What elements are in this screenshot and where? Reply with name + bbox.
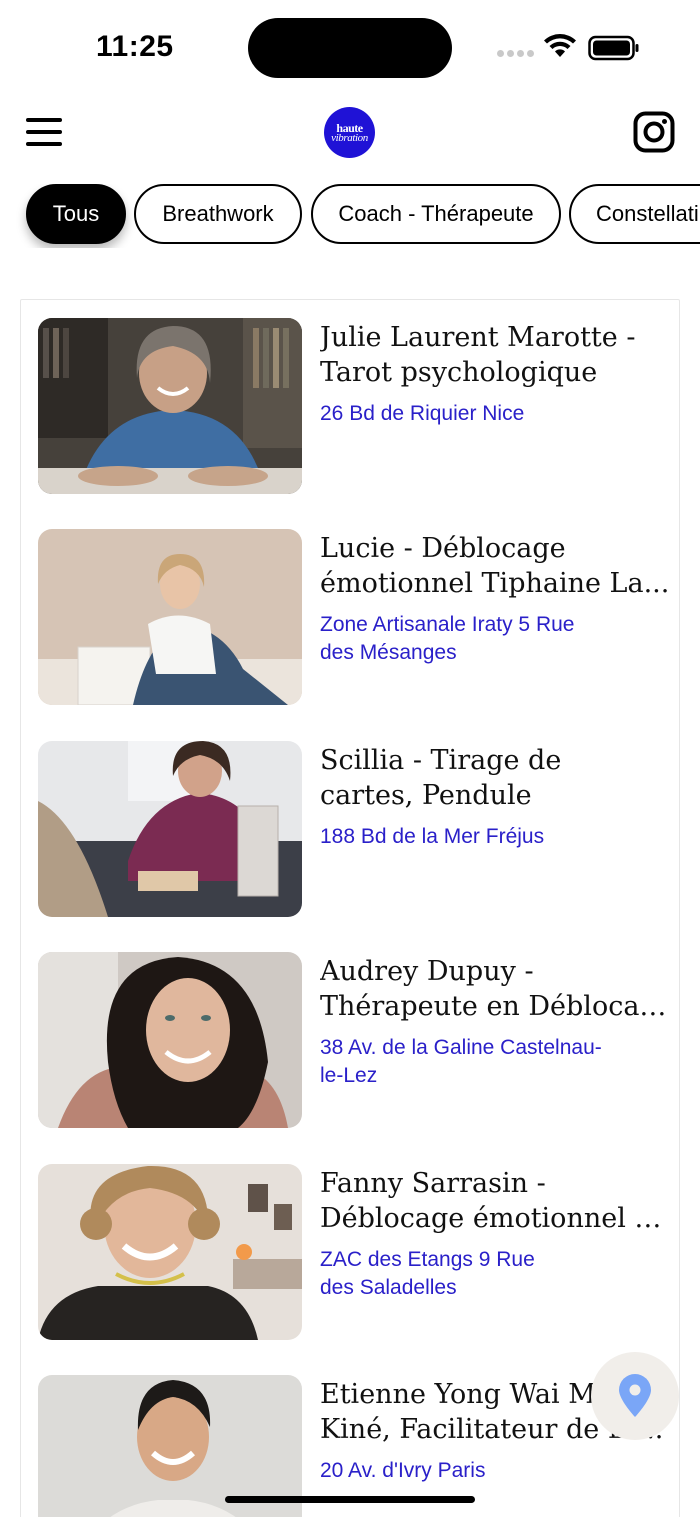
app-header: haute vibration [0, 100, 700, 168]
practitioner-list: Julie Laurent Marotte - Tarot psychologi… [20, 299, 680, 1517]
chip-coach-therapeute[interactable]: Coach - Thérapeute [311, 184, 561, 244]
status-bar: 11:25 [0, 0, 700, 95]
logo-line2: vibration [331, 131, 368, 144]
list-item[interactable]: Audrey Dupuy - Thérapeute en Déblocag...… [38, 952, 678, 1130]
practitioner-name: Scillia - Tirage de cartes, Pendule [320, 745, 562, 811]
practitioner-address[interactable]: ZAC des Etangs 9 Rue des Saladelles [320, 1246, 620, 1302]
chip-tous[interactable]: Tous [26, 184, 126, 244]
practitioner-photo [38, 529, 302, 705]
list-item[interactable]: Scillia - Tirage de cartes, Pendule 188 … [38, 741, 678, 919]
list-item[interactable]: Lucie - Déblocage émotionnel Tiphaine La… [38, 529, 678, 707]
practitioner-address[interactable]: 20 Av. d'Ivry Paris [320, 1457, 620, 1485]
chip-constellation[interactable]: Constellati [569, 184, 700, 244]
chip-breathwork[interactable]: Breathwork [134, 184, 302, 244]
practitioner-address[interactable]: 26 Bd de Riquier Nice [320, 400, 620, 428]
practitioner-name: Julie Laurent Marotte - Tarot psychologi… [320, 322, 636, 388]
haute-vibration-logo[interactable]: haute vibration [324, 107, 375, 158]
dynamic-island [248, 18, 452, 78]
practitioner-address[interactable]: 38 Av. de la Galine Castelnau- le-Lez [320, 1034, 620, 1090]
home-indicator[interactable] [225, 1496, 475, 1503]
practitioner-name: Audrey Dupuy - Thérapeute en Déblocag... [320, 956, 670, 1022]
practitioner-photo [38, 318, 302, 494]
location-pin-icon [619, 1374, 651, 1417]
practitioner-name: Lucie - Déblocage émotionnel Tiphaine La… [320, 533, 670, 599]
cellular-signal-icon [497, 50, 534, 57]
list-item[interactable]: Julie Laurent Marotte - Tarot psychologi… [38, 318, 678, 496]
list-item[interactable]: Fanny Sarrasin - Déblocage émotionnel T.… [38, 1164, 678, 1342]
map-location-button[interactable] [591, 1352, 679, 1440]
practitioner-address[interactable]: 188 Bd de la Mer Fréjus [320, 823, 620, 851]
practitioner-address[interactable]: Zone Artisanale Iraty 5 Rue des Mésanges [320, 611, 620, 667]
wifi-icon [544, 34, 576, 57]
logo-line1: haute [336, 120, 363, 135]
practitioner-photo [38, 1164, 302, 1340]
practitioner-photo [38, 741, 302, 917]
battery-icon [588, 35, 639, 61]
status-time: 11:25 [96, 30, 174, 63]
category-filter-bar: Tous Breathwork Coach - Thérapeute Const… [0, 184, 700, 248]
practitioner-name: Fanny Sarrasin - Déblocage émotionnel T.… [320, 1168, 670, 1234]
instagram-icon[interactable] [633, 111, 675, 153]
practitioner-photo [38, 952, 302, 1128]
menu-icon[interactable] [26, 118, 62, 146]
